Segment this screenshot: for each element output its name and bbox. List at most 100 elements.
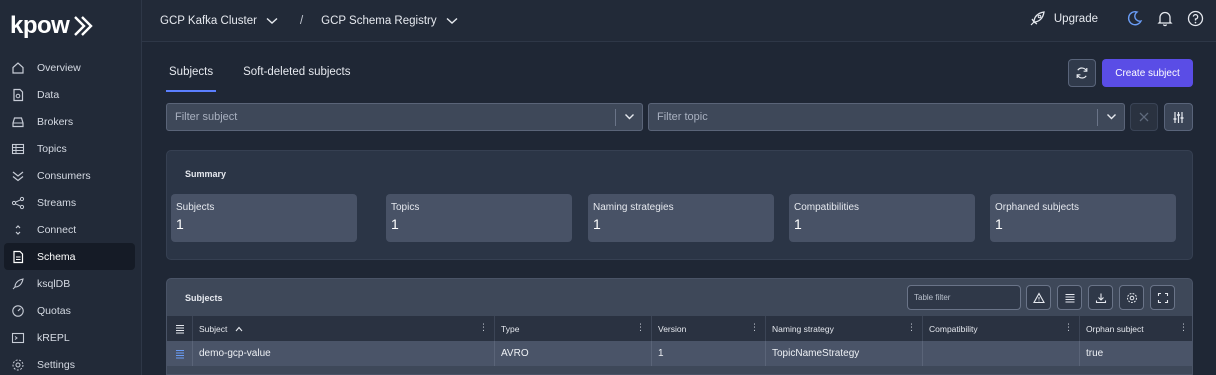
- tab-bar: Subjects Soft-deleted subjects: [166, 58, 378, 92]
- cluster-selector[interactable]: GCP Kafka Cluster: [160, 15, 278, 27]
- upgrade-label: Upgrade: [1053, 12, 1098, 25]
- summary-card-subjects: Subjects 1: [171, 194, 357, 242]
- column-menu-icon[interactable]: ⋮: [750, 322, 759, 333]
- cell-version: 1: [652, 341, 766, 366]
- sidebar-item-krepl[interactable]: kREPL: [4, 324, 135, 351]
- tab-soft-deleted-subjects[interactable]: Soft-deleted subjects: [240, 58, 353, 92]
- column-header-label: Subject: [199, 323, 228, 334]
- close-icon: [1139, 112, 1149, 122]
- sidebar-item-streams[interactable]: Streams: [4, 189, 135, 216]
- sidebar-item-label: Streams: [37, 196, 77, 209]
- table-settings-button[interactable]: [1119, 285, 1144, 310]
- sidebar-item-consumers[interactable]: Consumers: [4, 162, 135, 189]
- cell-type: AVRO: [495, 341, 652, 366]
- warnings-button[interactable]: [1026, 285, 1051, 310]
- column-header-label: Orphan subject: [1086, 323, 1144, 334]
- filter-divider: [1097, 109, 1098, 126]
- sidebar-item-topics[interactable]: Topics: [4, 135, 135, 162]
- column-header-label: Version: [658, 323, 687, 334]
- sidebar-item-label: Brokers: [37, 115, 74, 128]
- rocket-icon: [11, 277, 25, 291]
- column-header-orphan-subject[interactable]: Orphan subject ⋮: [1080, 316, 1192, 341]
- gear-icon: [1126, 292, 1137, 303]
- topic-filter-placeholder: Filter topic: [657, 111, 708, 123]
- download-icon: [1095, 293, 1106, 303]
- summary-card-topics: Topics 1: [386, 194, 572, 242]
- fullscreen-button[interactable]: [1150, 285, 1175, 310]
- breadcrumb-separator: /: [299, 14, 304, 27]
- topic-filter-select[interactable]: Filter topic: [648, 103, 1125, 131]
- top-right-actions: Upgrade: [1029, 10, 1204, 27]
- top-bar: GCP Kafka Cluster / GCP Schema Registry …: [142, 0, 1216, 42]
- sidebar-item-ksqldb[interactable]: ksqlDB: [4, 270, 135, 297]
- column-header-compatibility[interactable]: Compatibility ⋮: [923, 316, 1080, 341]
- column-menu-icon[interactable]: ⋮: [479, 322, 488, 333]
- column-header-subject[interactable]: Subject ⋮: [193, 316, 495, 341]
- kpow-logo[interactable]: kpow: [10, 12, 98, 40]
- help-icon[interactable]: [1187, 10, 1204, 27]
- main-content: GCP Kafka Cluster / GCP Schema Registry …: [142, 0, 1216, 375]
- chevron-down-icon: [446, 17, 458, 24]
- chevron-down-icon: [1107, 114, 1116, 120]
- sidebar-item-schema[interactable]: Schema: [4, 243, 135, 270]
- table-title: Subjects: [185, 293, 223, 303]
- summary-card-orphaned-subjects: Orphaned subjects 1: [990, 194, 1176, 242]
- sidebar-item-settings[interactable]: Settings: [4, 351, 135, 375]
- column-header-version[interactable]: Version ⋮: [652, 316, 766, 341]
- sidebar-item-label: ksqlDB: [37, 277, 71, 290]
- sidebar-nav: Overview Data Brokers Topics Consumers S…: [4, 54, 135, 375]
- registry-name: GCP Schema Registry: [321, 14, 437, 27]
- bell-icon[interactable]: [1157, 10, 1173, 27]
- chevron-down-icon: [625, 114, 634, 120]
- gauge-icon: [11, 304, 25, 318]
- cell-compatibility: [923, 341, 1080, 366]
- tab-subjects[interactable]: Subjects: [166, 58, 217, 92]
- connect-icon: [11, 223, 25, 237]
- summary-title: Summary: [185, 169, 227, 179]
- create-subject-button[interactable]: Create subject: [1102, 59, 1193, 87]
- home-icon: [11, 61, 25, 75]
- card-value: 1: [176, 216, 184, 232]
- sidebar-item-data[interactable]: Data: [4, 81, 135, 108]
- upgrade-button[interactable]: Upgrade: [1029, 10, 1098, 27]
- filter-options-button[interactable]: [1164, 103, 1193, 131]
- sidebar-item-label: Consumers: [37, 169, 91, 182]
- rows-icon: [175, 349, 184, 359]
- clear-filters-button[interactable]: [1130, 103, 1158, 131]
- refresh-button[interactable]: [1068, 59, 1096, 87]
- sidebar-item-connect[interactable]: Connect: [4, 216, 135, 243]
- table-filter-input[interactable]: Table filter: [907, 285, 1021, 310]
- sliders-icon: [1173, 111, 1184, 123]
- server-icon: [11, 115, 25, 129]
- registry-selector[interactable]: GCP Schema Registry: [321, 14, 458, 27]
- list-icon: [1065, 293, 1074, 303]
- download-button[interactable]: [1088, 285, 1113, 310]
- sidebar-item-label: Settings: [37, 358, 75, 371]
- sidebar-item-brokers[interactable]: Brokers: [4, 108, 135, 135]
- column-menu-icon[interactable]: ⋮: [1064, 322, 1073, 333]
- rocket-icon: [1030, 11, 1045, 26]
- sidebar-item-label: kREPL: [37, 331, 70, 344]
- table-header: Subject ⋮ Type ⋮ Version ⋮ Naming strate…: [167, 316, 1192, 341]
- filter-divider: [615, 109, 616, 126]
- subject-filter-select[interactable]: Filter subject: [166, 103, 643, 131]
- column-menu-icon[interactable]: ⋮: [1179, 322, 1188, 333]
- select-all-toggle[interactable]: [167, 316, 193, 341]
- table-row[interactable]: demo-gcp-value AVRO 1 TopicNameStrategy …: [167, 341, 1192, 366]
- column-header-type[interactable]: Type ⋮: [495, 316, 652, 341]
- column-menu-icon[interactable]: ⋮: [907, 322, 916, 333]
- sidebar-item-overview[interactable]: Overview: [4, 54, 135, 81]
- card-label: Naming strategies: [593, 202, 674, 213]
- row-expand-toggle[interactable]: [167, 341, 193, 366]
- moon-icon[interactable]: [1126, 10, 1143, 27]
- column-header-naming-strategy[interactable]: Naming strategy ⋮: [766, 316, 923, 341]
- column-menu-icon[interactable]: ⋮: [636, 322, 645, 333]
- refresh-icon: [1076, 67, 1088, 79]
- density-button[interactable]: [1057, 285, 1082, 310]
- column-header-label: Naming strategy: [772, 323, 834, 334]
- cell-subject[interactable]: demo-gcp-value: [193, 341, 495, 366]
- sidebar-item-label: Data: [37, 88, 60, 101]
- table-icon: [11, 142, 25, 156]
- card-value: 1: [794, 216, 802, 232]
- sidebar-item-quotas[interactable]: Quotas: [4, 297, 135, 324]
